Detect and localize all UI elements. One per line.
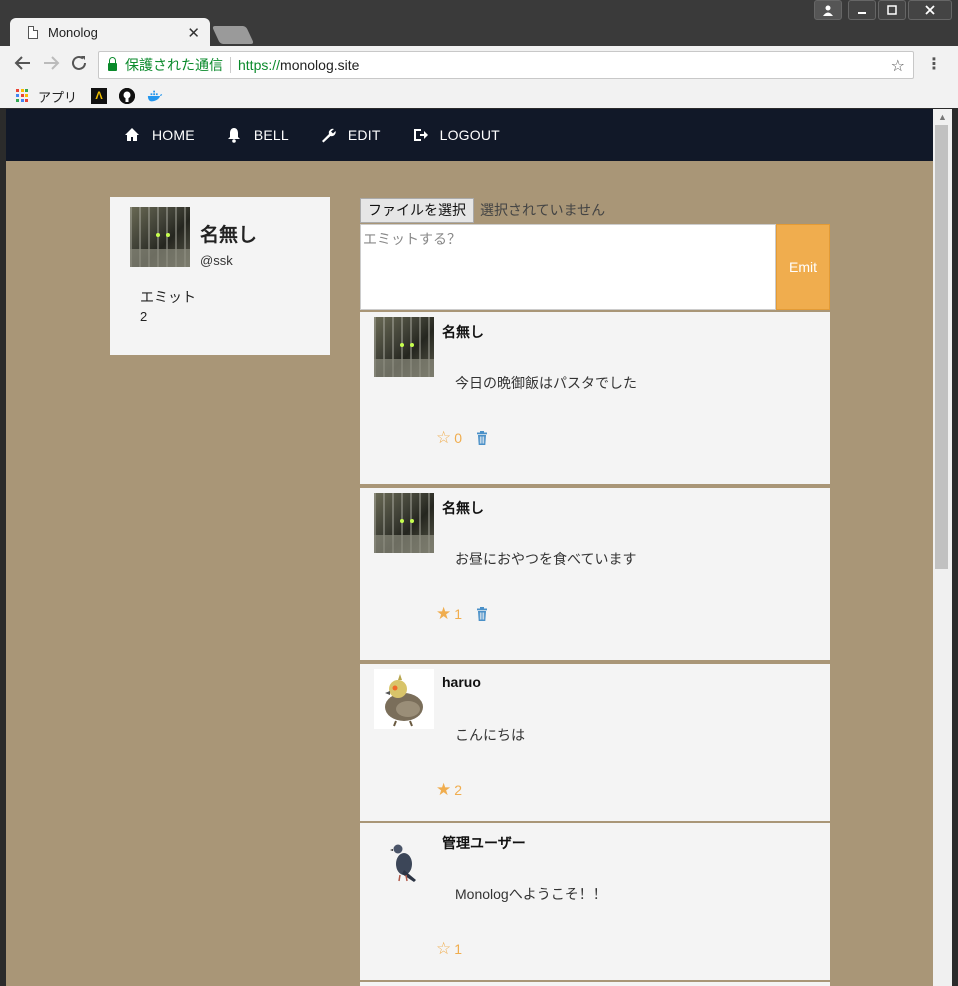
- favorite-button[interactable]: ☆ 0: [436, 428, 462, 448]
- url-scheme: https://: [238, 57, 281, 73]
- favorite-button[interactable]: ☆ 1: [436, 939, 462, 959]
- bookmark-star-icon[interactable]: ☆: [891, 56, 905, 76]
- post-username[interactable]: 名無し: [442, 498, 484, 518]
- close-window-button[interactable]: [908, 0, 952, 20]
- browser-titlebar: Monolog ✕: [0, 0, 958, 46]
- page-scrollbar[interactable]: ▲: [933, 109, 952, 986]
- favorite-count: 0: [454, 430, 463, 446]
- star-outline-icon: ☆: [436, 428, 452, 447]
- forward-icon[interactable]: [42, 54, 60, 77]
- profile-handle: @ssk: [200, 253, 233, 268]
- page-viewport: HOME BELL EDIT LOGOUT 名無し @ssk エミット 2 ファ…: [6, 109, 933, 986]
- minimize-button[interactable]: [848, 0, 876, 20]
- bookmarks-bar: アプリ Λ: [0, 84, 958, 108]
- avatar[interactable]: [374, 493, 434, 553]
- star-outline-icon: ☆: [436, 939, 452, 958]
- nav-bell[interactable]: BELL: [226, 127, 289, 143]
- post-actions: ☆ 0: [436, 428, 488, 448]
- scroll-up-icon[interactable]: ▲: [938, 112, 947, 122]
- logout-icon: [412, 127, 428, 143]
- avatar[interactable]: [374, 317, 434, 377]
- bell-icon: [226, 127, 242, 143]
- favorite-button[interactable]: ★ 1: [436, 604, 462, 624]
- favorite-button[interactable]: ★ 2: [436, 780, 462, 800]
- profile-card: 名無し @ssk エミット 2: [110, 197, 330, 355]
- post-item: 名無し お昼におやつを食べています ★ 1: [360, 486, 830, 660]
- document-icon: [28, 25, 38, 39]
- choose-file-button[interactable]: ファイルを選択: [360, 197, 474, 223]
- docker-bookmark-icon[interactable]: [147, 88, 163, 104]
- file-status: 選択されていません: [480, 202, 606, 218]
- post-actions: ★ 2: [436, 780, 462, 800]
- nav-bell-label: BELL: [253, 127, 289, 143]
- atcoder-bookmark-icon[interactable]: Λ: [91, 88, 108, 104]
- reload-icon[interactable]: [70, 54, 88, 77]
- github-bookmark-icon[interactable]: [119, 88, 136, 104]
- avatar[interactable]: [374, 828, 434, 888]
- close-tab-icon[interactable]: ✕: [187, 24, 200, 42]
- address-bar[interactable]: 保護された通信 https:// monolog.site ☆: [98, 51, 914, 79]
- browser-menu-icon[interactable]: ⋮: [926, 54, 942, 74]
- window-frame: [952, 109, 958, 986]
- post-item: haruo こんにちは ★ 2: [360, 662, 830, 822]
- tab-title: Monolog: [48, 24, 98, 40]
- trash-icon[interactable]: [476, 607, 488, 621]
- emit-count-value: 2: [140, 309, 148, 324]
- post-text: Monologへようこそ！！: [455, 886, 607, 902]
- browser-tab[interactable]: Monolog ✕: [10, 18, 210, 46]
- post-username[interactable]: 管理ユーザー: [442, 833, 526, 853]
- emit-count-label: エミット: [140, 289, 196, 305]
- apps-bookmark[interactable]: アプリ: [38, 87, 77, 106]
- post-text: こんにちは: [455, 727, 525, 743]
- post-username[interactable]: 名無し: [442, 322, 484, 342]
- post-actions: ★ 1: [436, 604, 488, 624]
- post-item: 管理ユーザー Monologへようこそ！！ ☆ 1: [360, 821, 830, 981]
- new-tab-button[interactable]: [211, 26, 255, 44]
- post-actions: ☆ 1: [436, 939, 462, 959]
- secure-label: 保護された通信: [125, 57, 223, 73]
- post-text: お昼におやつを食べています: [455, 551, 637, 567]
- url-host: monolog.site: [280, 57, 360, 73]
- post-item: 名無し 今日の晩御飯はパスタでした ☆ 0: [360, 310, 830, 484]
- avatar[interactable]: [130, 207, 190, 267]
- profile-icon[interactable]: [814, 0, 842, 20]
- emit-button[interactable]: Emit: [776, 224, 830, 310]
- back-icon[interactable]: [14, 54, 32, 77]
- site-navbar: HOME BELL EDIT LOGOUT: [6, 109, 933, 161]
- nav-home[interactable]: HOME: [124, 127, 195, 143]
- post-text: 今日の晩御飯はパスタでした: [455, 375, 637, 391]
- nav-edit[interactable]: EDIT: [320, 127, 381, 143]
- nav-logout-label: LOGOUT: [439, 127, 500, 143]
- apps-grid-icon[interactable]: [16, 89, 30, 103]
- favorite-count: 1: [454, 941, 463, 957]
- favorite-count: 1: [454, 606, 463, 622]
- favorite-count: 2: [454, 782, 463, 798]
- trash-icon[interactable]: [476, 431, 488, 445]
- wrench-icon: [320, 127, 336, 143]
- star-filled-icon: ★: [436, 604, 452, 623]
- post-item: [360, 980, 830, 986]
- profile-name[interactable]: 名無し: [200, 220, 257, 247]
- nav-home-label: HOME: [152, 127, 195, 143]
- avatar[interactable]: [374, 669, 434, 729]
- scrollbar-thumb[interactable]: [935, 125, 948, 569]
- lock-icon: [108, 57, 117, 71]
- emit-textarea[interactable]: エミットする？: [360, 224, 776, 310]
- nav-edit-label: EDIT: [347, 127, 381, 143]
- separator: [230, 57, 231, 73]
- home-icon: [124, 127, 140, 143]
- maximize-button[interactable]: [878, 0, 906, 20]
- browser-toolbar: 保護された通信 https:// monolog.site ☆ ⋮: [0, 46, 958, 84]
- post-username[interactable]: haruo: [442, 674, 481, 690]
- file-upload: ファイルを選択 選択されていません: [360, 197, 605, 223]
- window-controls: [814, 0, 952, 20]
- nav-logout[interactable]: LOGOUT: [412, 127, 500, 143]
- star-filled-icon: ★: [436, 780, 452, 799]
